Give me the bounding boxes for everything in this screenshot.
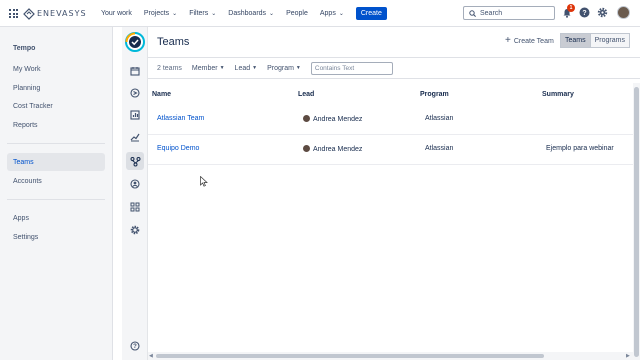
column-header-program[interactable]: Program [420,91,449,98]
svg-text:?: ? [582,10,586,17]
sidebar-item-accounts[interactable]: Accounts [7,172,105,190]
caret-down-icon: ▼ [252,65,258,71]
sidebar-item-planning[interactable]: Planning [7,79,105,97]
apps-icon[interactable] [126,198,144,216]
search-icon [469,9,476,17]
create-team-button[interactable]: + Create Team [505,36,554,46]
nav-label: Filters [189,10,209,17]
plus-icon: + [505,35,511,46]
account-icon[interactable] [126,175,144,193]
scrollbar-thumb[interactable] [634,87,639,357]
toggle-programs[interactable]: Programs [590,33,630,48]
filter-bar: 2 teams Member ▼ Lead ▼ Program ▼ Contains … [148,57,640,79]
sidebar-item-apps[interactable]: Apps [7,209,105,227]
search-input[interactable]: Search [463,6,555,20]
mouse-cursor-icon [200,176,208,187]
help-icon[interactable]: ? [579,7,590,18]
nav-label: Dashboards [228,10,267,17]
user-avatar[interactable] [617,6,630,19]
company-logo[interactable]: ENEVASYS [23,7,87,20]
team-program: Atlassian [425,145,454,152]
nav-label: Projects [143,10,170,17]
main-nav: Your work Projects ⌄ Filters ⌄ Dashboards ⌄… [101,0,399,27]
create-team-label: Create Team [513,37,554,45]
left-sidebar: Tempo My Work Planning Cost Tracker Repo… [0,27,113,360]
team-count: 2 teams [157,64,182,72]
contains-text-input[interactable]: Contains Text [310,61,393,75]
lead-filter[interactable]: Lead ▼ [235,65,258,72]
sidebar-divider [7,143,105,144]
nav-filters[interactable]: Filters ⌄ [189,10,216,17]
member-filter[interactable]: Member ▼ [192,65,225,72]
sidebar-item-my-work[interactable]: My Work [7,60,105,78]
horizontal-scrollbar[interactable]: ◀ ▶ [148,352,633,360]
nav-label: Apps [319,10,336,17]
top-navigation-bar: ENEVASYS Your work Projects ⌄ Filters ⌄ Da… [0,0,640,27]
notification-badge: 1 [567,4,575,12]
sidebar-item-settings[interactable]: Settings [7,228,105,246]
nav-people[interactable]: People [286,10,308,17]
main-content: Teams + Create Team Teams Programs 2 tea… [148,27,640,360]
filter-label: Lead [234,64,251,72]
settings-icon[interactable] [126,221,144,239]
icon-rail: ? [122,27,148,360]
logo-text: ENEVASYS [37,9,87,18]
team-lead: Andrea Mendez [303,145,362,153]
logo-mark-icon [23,7,35,20]
team-summary: Ejemplo para webinar [546,145,614,152]
column-header-name[interactable]: Name [152,91,171,98]
team-lead: Andrea Mendez [303,115,362,123]
filter-label: Program [267,64,294,72]
nav-label: People [286,10,308,17]
calendar-icon[interactable] [126,62,144,80]
caret-down-icon: ▼ [295,65,301,71]
view-toggle: Teams Programs [560,33,630,48]
nav-dashboards[interactable]: Dashboards ⌄ [228,10,274,17]
page-title: Teams [157,36,190,48]
sidebar-divider [7,199,105,200]
help-icon[interactable]: ? [126,337,144,355]
teams-icon[interactable] [126,152,144,170]
table-row[interactable]: Equipo Demo Andrea Mendez Atlassian Ejem… [148,135,633,165]
table-row[interactable]: Atlassian Team Andrea Mendez Atlassian [148,105,633,135]
team-name-link[interactable]: Equipo Demo [157,145,199,152]
team-program: Atlassian [425,115,454,122]
search-placeholder: Search [480,9,503,17]
svg-text:?: ? [133,344,137,350]
lead-name: Andrea Mendez [313,146,363,153]
vertical-scrollbar[interactable] [633,83,640,360]
sidebar-item-teams[interactable]: Teams [7,153,105,171]
sidebar-title: Tempo [13,45,36,52]
nav-apps[interactable]: Apps ⌄ [320,10,344,17]
planning-icon[interactable] [126,84,144,102]
tempo-logo-icon[interactable] [125,32,145,52]
nav-projects[interactable]: Projects ⌄ [144,10,177,17]
avatar [303,145,310,152]
chevron-down-icon: ⌄ [172,11,178,17]
app-grid-icon[interactable] [9,9,18,18]
chevron-down-icon: ⌄ [211,11,217,17]
scrollbar-thumb[interactable] [156,354,544,358]
sidebar-item-reports[interactable]: Reports [7,116,105,134]
team-name-link[interactable]: Atlassian Team [157,115,204,122]
toggle-teams[interactable]: Teams [560,33,591,48]
chevron-down-icon: ⌄ [338,11,344,17]
chart-bar-icon[interactable] [126,106,144,124]
filter-label: Member [191,64,218,72]
nav-your-work[interactable]: Your work [101,10,132,17]
avatar [303,115,310,122]
program-filter[interactable]: Program ▼ [267,65,301,72]
scroll-right-icon[interactable]: ▶ [626,353,630,359]
create-button[interactable]: Create [355,7,387,20]
trend-icon[interactable] [126,128,144,146]
chevron-down-icon: ⌄ [269,11,275,17]
column-header-summary[interactable]: Summary [542,91,574,98]
scroll-left-icon[interactable]: ◀ [149,353,153,359]
settings-icon[interactable] [597,7,608,18]
nav-label: Your work [101,10,132,17]
lead-name: Andrea Mendez [313,116,363,123]
column-header-lead[interactable]: Lead [298,91,314,98]
caret-down-icon: ▼ [219,65,225,71]
sidebar-item-cost-tracker[interactable]: Cost Tracker [7,97,105,115]
